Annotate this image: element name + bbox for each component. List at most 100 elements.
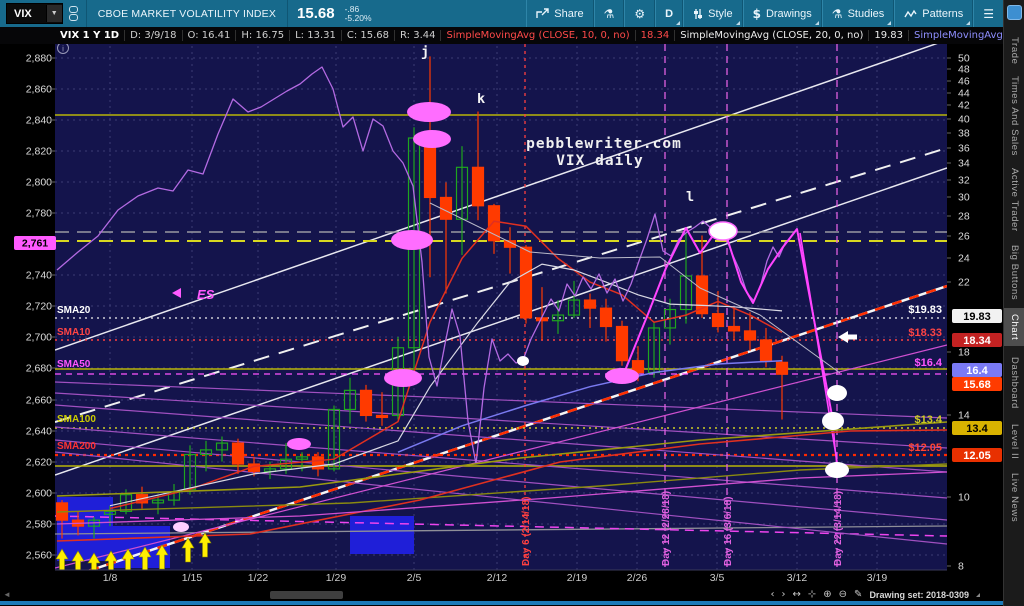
gadget-grip-icon[interactable] [1007, 5, 1022, 20]
sidebar-tab-level-ii[interactable]: Level II [1004, 420, 1024, 464]
chart-nav-icon-1[interactable]: › [781, 590, 785, 600]
sidebar-tab-big-buttons[interactable]: Big Buttons [1004, 242, 1024, 304]
right-axis-bubble-value: 16.4 [966, 365, 988, 377]
sma10-study-label[interactable]: SimpleMovingAvg (CLOSE, 10, 0, no) [441, 30, 636, 41]
candle-body [727, 325, 741, 332]
flask-icon: ⚗ [603, 6, 615, 21]
settings-button[interactable]: ⚙ [624, 0, 656, 27]
right-axis-tick: 40 [958, 114, 970, 126]
day-marker-label: Day 12 (2/28/18) [661, 491, 672, 566]
chevron-down-icon[interactable]: ▼ [45, 5, 62, 22]
drawn-ellipse[interactable] [391, 230, 433, 250]
top-toolbar: VIX ▼ CBOE MARKET VOLATILITY INDEX 15.68… [0, 0, 1004, 27]
chart-nav-icon-6[interactable]: ✎ [854, 590, 862, 600]
drawn-ellipse[interactable] [825, 462, 849, 478]
window-edge-strip [0, 601, 1004, 605]
x-axis-date: 3/19 [867, 572, 888, 584]
right-axis-tick: 48 [958, 64, 970, 76]
chart-nav-icon-2[interactable]: ↔ [792, 590, 800, 600]
left-axis-tick: 2,860 [26, 84, 52, 96]
right-axis-tick: 38 [958, 128, 970, 140]
sma20-study-value: 19.83 [869, 30, 910, 41]
candle-body [743, 330, 757, 341]
sma-level-label: SMA50 [57, 359, 91, 370]
studies-button[interactable]: ⚗ Studies [821, 0, 895, 27]
drawn-ellipse[interactable] [407, 102, 451, 122]
sidebar-tab-trade[interactable]: Trade [1004, 34, 1024, 68]
toolbar-menu-button[interactable]: ☰ [973, 0, 1004, 27]
horizontal-scrollbar-thumb[interactable] [270, 591, 343, 599]
candle-body [375, 414, 389, 419]
link-icon[interactable] [68, 6, 78, 21]
wave-label-l[interactable]: l [686, 189, 694, 205]
sma20-study-label[interactable]: SimpleMovingAvg (CLOSE, 20, 0, no) [675, 30, 870, 41]
drawn-ellipse[interactable] [605, 368, 639, 384]
candle-body [311, 456, 325, 470]
bottom-bar: ◄ ‹ › ↔ ⊹ ⊕ ⊖ ✎ Drawing set: 2018-0309 [0, 588, 1004, 606]
chart-header: VIX 1 Y 1D D: 3/9/18 O: 16.41 H: 16.75 L… [0, 27, 1024, 44]
symbol-dropdown[interactable]: VIX ▼ [6, 3, 63, 24]
drawn-ellipse[interactable] [173, 522, 189, 532]
right-axis-tick: 36 [958, 143, 970, 155]
day-marker-label: Day 22 (3/14/18) [833, 491, 844, 566]
trading-app-window: VIX ▼ CBOE MARKET VOLATILITY INDEX 15.68… [0, 0, 1024, 606]
candle-body [711, 313, 725, 328]
ohlc-range: R: 3.44 [395, 30, 442, 41]
drawn-ellipse[interactable] [413, 130, 451, 148]
wave-label-k[interactable]: k [477, 91, 485, 107]
right-gadget-sidebar: Trade Times And Sales Active Trader Big But… [1003, 0, 1024, 606]
drawn-ellipse[interactable] [517, 356, 529, 366]
patterns-icon [904, 9, 917, 17]
instrument-title: CBOE MARKET VOLATILITY INDEX [97, 7, 277, 20]
left-axis-tick: 2,660 [26, 395, 52, 407]
chart-surface[interactable]: pebblewriter.comVIX daily j k l SMA20 SMA10 SM… [0, 0, 1004, 606]
candle-body [583, 299, 597, 309]
analyze-flask-button[interactable]: ⚗ [593, 0, 625, 27]
sidebar-tab-times-and-sales[interactable]: Times And Sales [1004, 74, 1024, 158]
chart-nav-icon-4[interactable]: ⊕ [823, 590, 831, 600]
left-axis-tick: 2,620 [26, 457, 52, 469]
drawn-ellipse[interactable] [287, 438, 311, 450]
timeframe-button[interactable]: D [655, 0, 684, 27]
right-axis-tick: 44 [958, 88, 970, 100]
candle-body [519, 246, 533, 319]
sidebar-tab-live-news[interactable]: Live News [1004, 470, 1024, 526]
left-axis-tick: 2,840 [26, 115, 52, 127]
price-level-label: $19.83 [908, 304, 942, 316]
scroll-left-arrow[interactable]: ◄ [3, 590, 11, 599]
chart-nav-icon-5[interactable]: ⊖ [839, 590, 847, 600]
drawing-set-label[interactable]: Drawing set: 2018-0309 [869, 590, 969, 600]
sma10-study-value: 18.34 [636, 30, 676, 41]
chart-nav-icon-0[interactable]: ‹ [770, 590, 774, 600]
sidebar-tab-dashboard[interactable]: Dashboard [1004, 352, 1024, 414]
x-axis-date: 2/19 [567, 572, 588, 584]
candle-body [471, 166, 485, 207]
x-axis-date: 3/5 [710, 572, 725, 584]
es-annotation-label[interactable]: ES [197, 287, 215, 302]
drawings-button[interactable]: $ Drawings [742, 0, 822, 27]
drawn-ellipse[interactable] [827, 385, 847, 401]
drawn-ellipse[interactable] [384, 369, 422, 387]
left-axis-tick: 2,600 [26, 488, 52, 500]
x-axis-date: 1/29 [326, 572, 347, 584]
right-axis-tick: 22 [958, 277, 970, 289]
sidebar-tab-chart[interactable]: Chart [1004, 308, 1024, 346]
drawn-ellipse[interactable] [708, 221, 738, 241]
patterns-button[interactable]: Patterns [894, 0, 974, 27]
drawn-ellipse[interactable] [822, 412, 844, 430]
share-icon [536, 8, 549, 18]
volume-block [350, 516, 414, 554]
style-icon [694, 8, 703, 19]
right-axis-tick: 14 [958, 410, 970, 422]
share-button[interactable]: Share [526, 0, 594, 27]
gear-icon: ⚙ [634, 6, 646, 21]
candle-body [599, 307, 613, 328]
style-button[interactable]: Style [683, 0, 743, 27]
svg-text:i: i [62, 45, 64, 54]
sidebar-tab-active-trader[interactable]: Active Trader [1004, 164, 1024, 236]
chart-nav-icon-3[interactable]: ⊹ [808, 590, 816, 600]
candle-body [759, 339, 773, 362]
wave-label-j[interactable]: j [421, 44, 429, 60]
left-axis-tick: 2,680 [26, 363, 52, 375]
right-axis-tick: 24 [958, 253, 970, 265]
